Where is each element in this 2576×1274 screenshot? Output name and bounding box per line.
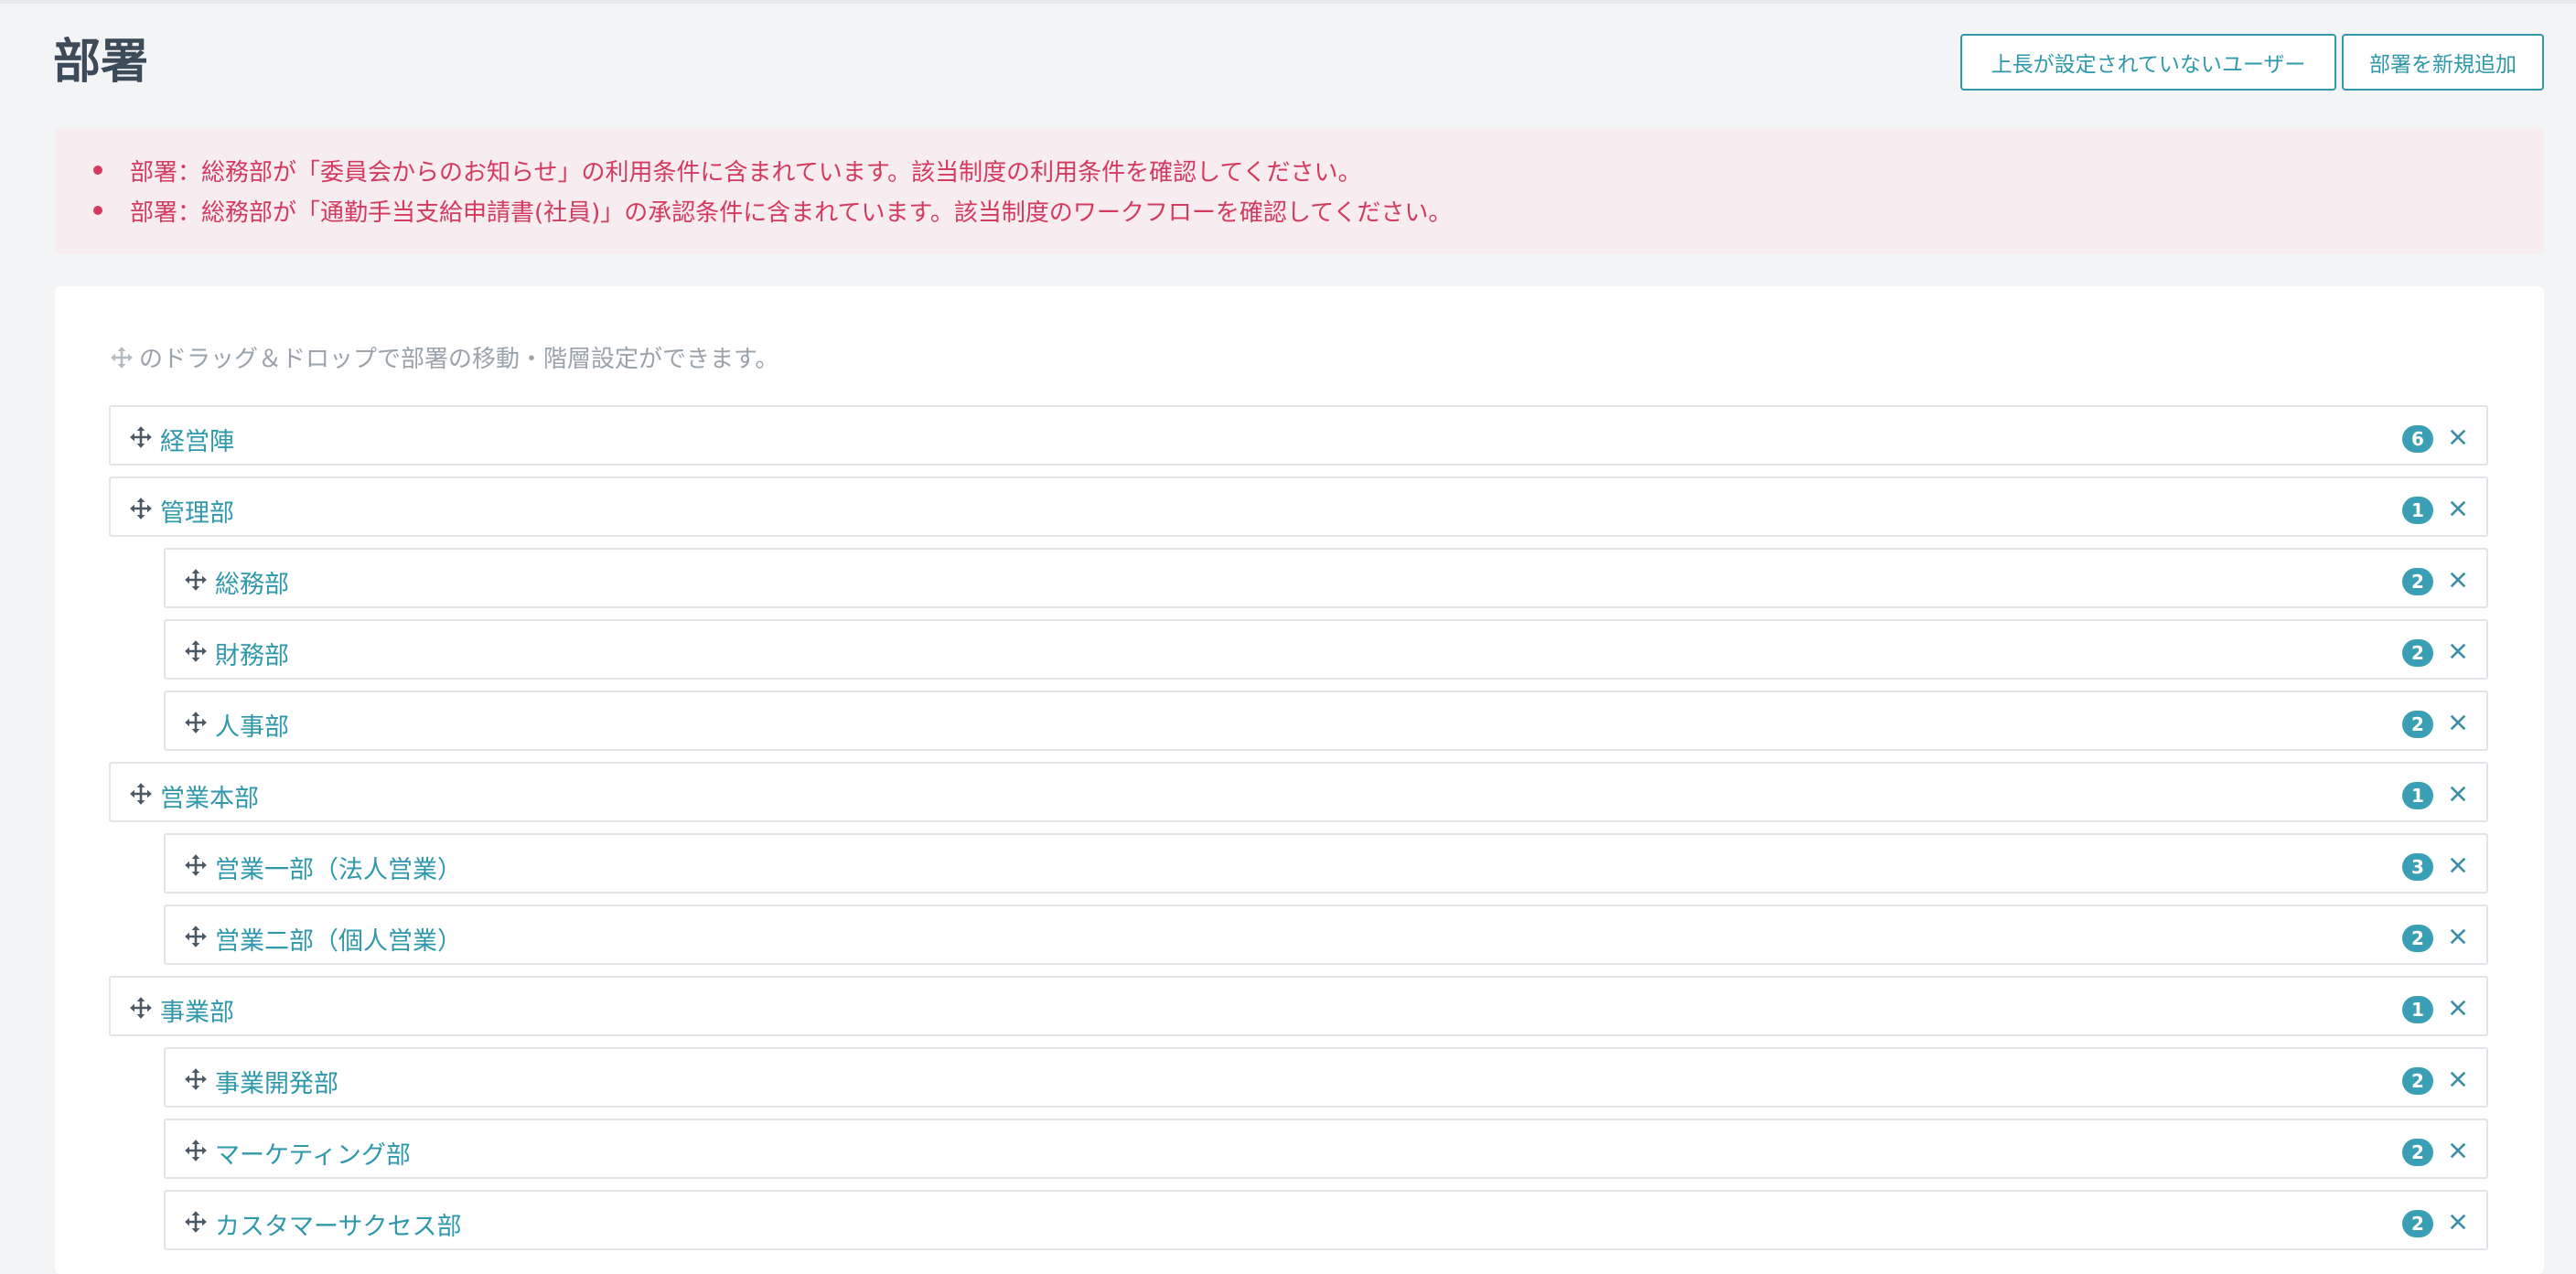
department-row[interactable]: 財務部 2	[164, 619, 2488, 680]
warning-alert: 部署：総務部が「委員会からのお知らせ」の利用条件に含まれています。該当制度の利用…	[55, 128, 2544, 254]
department-name[interactable]: 事業開発部	[215, 1064, 338, 1099]
member-count-badge: 2	[2402, 568, 2433, 595]
department-row[interactable]: 人事部 2	[164, 691, 2488, 751]
drag-handle-icon[interactable]	[129, 996, 153, 1020]
drag-drop-hint: のドラッグ＆ドロップで部署の移動・階層設定ができます。	[110, 340, 778, 374]
department-row[interactable]: マーケティング部 2	[164, 1119, 2488, 1179]
department-row[interactable]: 管理部 1	[109, 476, 2488, 537]
department-name[interactable]: マーケティング部	[215, 1135, 411, 1171]
department-name[interactable]: 財務部	[215, 636, 289, 671]
delete-icon[interactable]	[2448, 1212, 2468, 1232]
member-count-badge: 2	[2402, 925, 2433, 952]
member-count-badge: 1	[2402, 996, 2433, 1023]
drag-handle-icon[interactable]	[184, 1139, 208, 1162]
member-count-badge: 6	[2402, 425, 2433, 453]
department-name[interactable]: 営業一部（法人営業）	[215, 850, 462, 885]
department-name[interactable]: 総務部	[215, 564, 289, 600]
drag-handle-icon[interactable]	[184, 853, 208, 877]
department-row[interactable]: 事業開発部 2	[164, 1047, 2488, 1108]
department-name[interactable]: 事業部	[160, 992, 234, 1028]
department-row[interactable]: 事業部 1	[109, 976, 2488, 1036]
drag-handle-icon[interactable]	[129, 497, 153, 520]
delete-icon[interactable]	[2448, 641, 2468, 661]
delete-icon[interactable]	[2448, 855, 2468, 875]
department-name[interactable]: 管理部	[160, 493, 234, 529]
member-count-badge: 1	[2402, 782, 2433, 809]
department-name[interactable]: 人事部	[215, 707, 289, 743]
department-row[interactable]: 営業二部（個人営業） 2	[164, 905, 2488, 965]
department-name[interactable]: カスタマーサクセス部	[215, 1206, 461, 1242]
member-count-badge: 3	[2402, 853, 2433, 881]
delete-icon[interactable]	[2448, 998, 2468, 1018]
alert-item: 部署：総務部が「委員会からのお知らせ」の利用条件に含まれています。該当制度の利用…	[93, 154, 1362, 187]
drag-handle-icon[interactable]	[184, 568, 208, 592]
delete-icon[interactable]	[2448, 926, 2468, 947]
member-count-badge: 2	[2402, 1139, 2433, 1166]
delete-icon[interactable]	[2448, 784, 2468, 804]
drag-handle-icon[interactable]	[129, 425, 153, 449]
member-count-badge: 2	[2402, 711, 2433, 738]
delete-icon[interactable]	[2448, 1069, 2468, 1089]
add-department-button[interactable]: 部署を新規追加	[2342, 34, 2544, 91]
department-row[interactable]: カスタマーサクセス部 2	[164, 1190, 2488, 1250]
department-row[interactable]: 経営陣 6	[109, 405, 2488, 466]
department-name[interactable]: 営業二部（個人営業）	[215, 921, 462, 957]
move-icon	[111, 346, 133, 369]
delete-icon[interactable]	[2448, 712, 2468, 733]
department-panel: のドラッグ＆ドロップで部署の移動・階層設定ができます。 経営陣 6 管理部 1 総務部 2…	[55, 286, 2544, 1274]
department-row[interactable]: 営業一部（法人営業） 3	[164, 833, 2488, 894]
delete-icon[interactable]	[2448, 427, 2468, 447]
delete-icon[interactable]	[2448, 1140, 2468, 1161]
top-border	[0, 0, 2576, 4]
delete-icon[interactable]	[2448, 570, 2468, 590]
department-row[interactable]: 総務部 2	[164, 548, 2488, 608]
drag-handle-icon[interactable]	[184, 925, 208, 948]
drag-handle-icon[interactable]	[184, 711, 208, 734]
users-without-supervisor-button[interactable]: 上長が設定されていないユーザー	[1960, 34, 2336, 91]
drag-handle-icon[interactable]	[129, 782, 153, 806]
member-count-badge: 2	[2402, 1210, 2433, 1237]
department-name[interactable]: 経営陣	[160, 422, 234, 457]
page-title: 部署	[53, 35, 149, 90]
member-count-badge: 2	[2402, 639, 2433, 667]
drag-handle-icon[interactable]	[184, 1067, 208, 1091]
drag-handle-icon[interactable]	[184, 639, 208, 663]
department-name[interactable]: 営業本部	[160, 778, 259, 814]
delete-icon[interactable]	[2448, 498, 2468, 519]
alert-item: 部署：総務部が「通勤手当支給申請書(社員)」の承認条件に含まれています。該当制度…	[92, 194, 1452, 228]
department-row[interactable]: 営業本部 1	[109, 762, 2488, 822]
member-count-badge: 2	[2402, 1067, 2433, 1095]
drag-handle-icon[interactable]	[184, 1210, 208, 1234]
member-count-badge: 1	[2402, 497, 2433, 524]
drag-drop-hint-text: のドラッグ＆ドロップで部署の移動・階層設定ができます。	[139, 346, 779, 373]
